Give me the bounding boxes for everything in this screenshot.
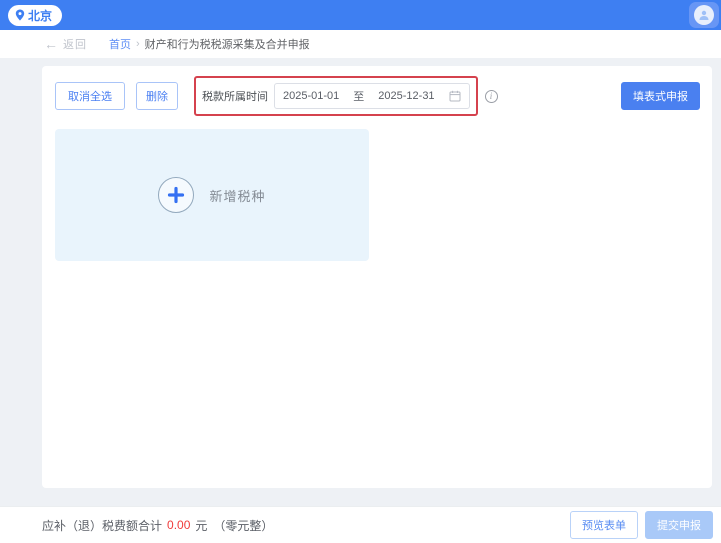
period-start-value[interactable]: 2025-01-01 [283, 90, 339, 102]
total-unit: 元 [195, 517, 207, 534]
total-amount: 0.00 [167, 518, 190, 532]
page-background: 取消全选 删除 税款所属时间 2025-01-01 至 2025-12-31 i [0, 58, 721, 506]
back-arrow-icon[interactable]: ← [44, 36, 58, 52]
calendar-icon [449, 90, 461, 102]
content-card: 取消全选 删除 税款所属时间 2025-01-01 至 2025-12-31 i [42, 66, 712, 488]
app-header: 北京 [0, 0, 721, 30]
user-icon [698, 9, 710, 21]
period-end-value[interactable]: 2025-12-31 [378, 90, 434, 102]
location-label: 北京 [28, 7, 52, 24]
location-selector[interactable]: 北京 [8, 5, 62, 26]
cancel-select-all-button[interactable]: 取消全选 [55, 82, 125, 110]
breadcrumb-current: 财产和行为税税源采集及合并申报 [145, 36, 310, 52]
user-menu[interactable] [689, 2, 719, 28]
info-icon[interactable]: i [485, 90, 498, 103]
preview-form-button[interactable]: 预览表单 [570, 511, 638, 539]
location-pin-icon [15, 9, 25, 21]
period-to-label: 至 [353, 88, 364, 104]
back-button[interactable]: 返回 [63, 36, 87, 52]
breadcrumb-separator: › [136, 38, 140, 50]
add-tax-type-panel[interactable]: 新增税种 [55, 129, 369, 261]
toolbar: 取消全选 删除 税款所属时间 2025-01-01 至 2025-12-31 i [42, 66, 712, 116]
avatar [694, 5, 714, 25]
plus-icon [167, 186, 185, 204]
total-label: 应补（退）税费额合计 [42, 517, 162, 534]
tax-period-range-input[interactable]: 2025-01-01 至 2025-12-31 [274, 83, 470, 109]
delete-button[interactable]: 删除 [136, 82, 178, 110]
submit-declaration-button[interactable]: 提交申报 [645, 511, 713, 539]
plus-circle[interactable] [158, 177, 194, 213]
tax-period-highlight-box: 税款所属时间 2025-01-01 至 2025-12-31 [194, 76, 478, 116]
fill-form-declare-button[interactable]: 填表式申报 [621, 82, 700, 110]
breadcrumb-home[interactable]: 首页 [109, 36, 131, 52]
add-tax-type-label: 新增税种 [209, 186, 265, 205]
breadcrumb-bar: ← 返回 首页 › 财产和行为税税源采集及合并申报 [0, 30, 721, 58]
tax-period-label: 税款所属时间 [202, 88, 268, 104]
total-amount-in-words: （零元整） [213, 517, 273, 534]
footer-bar: 应补（退）税费额合计 0.00 元 （零元整） 预览表单 提交申报 [0, 506, 721, 543]
